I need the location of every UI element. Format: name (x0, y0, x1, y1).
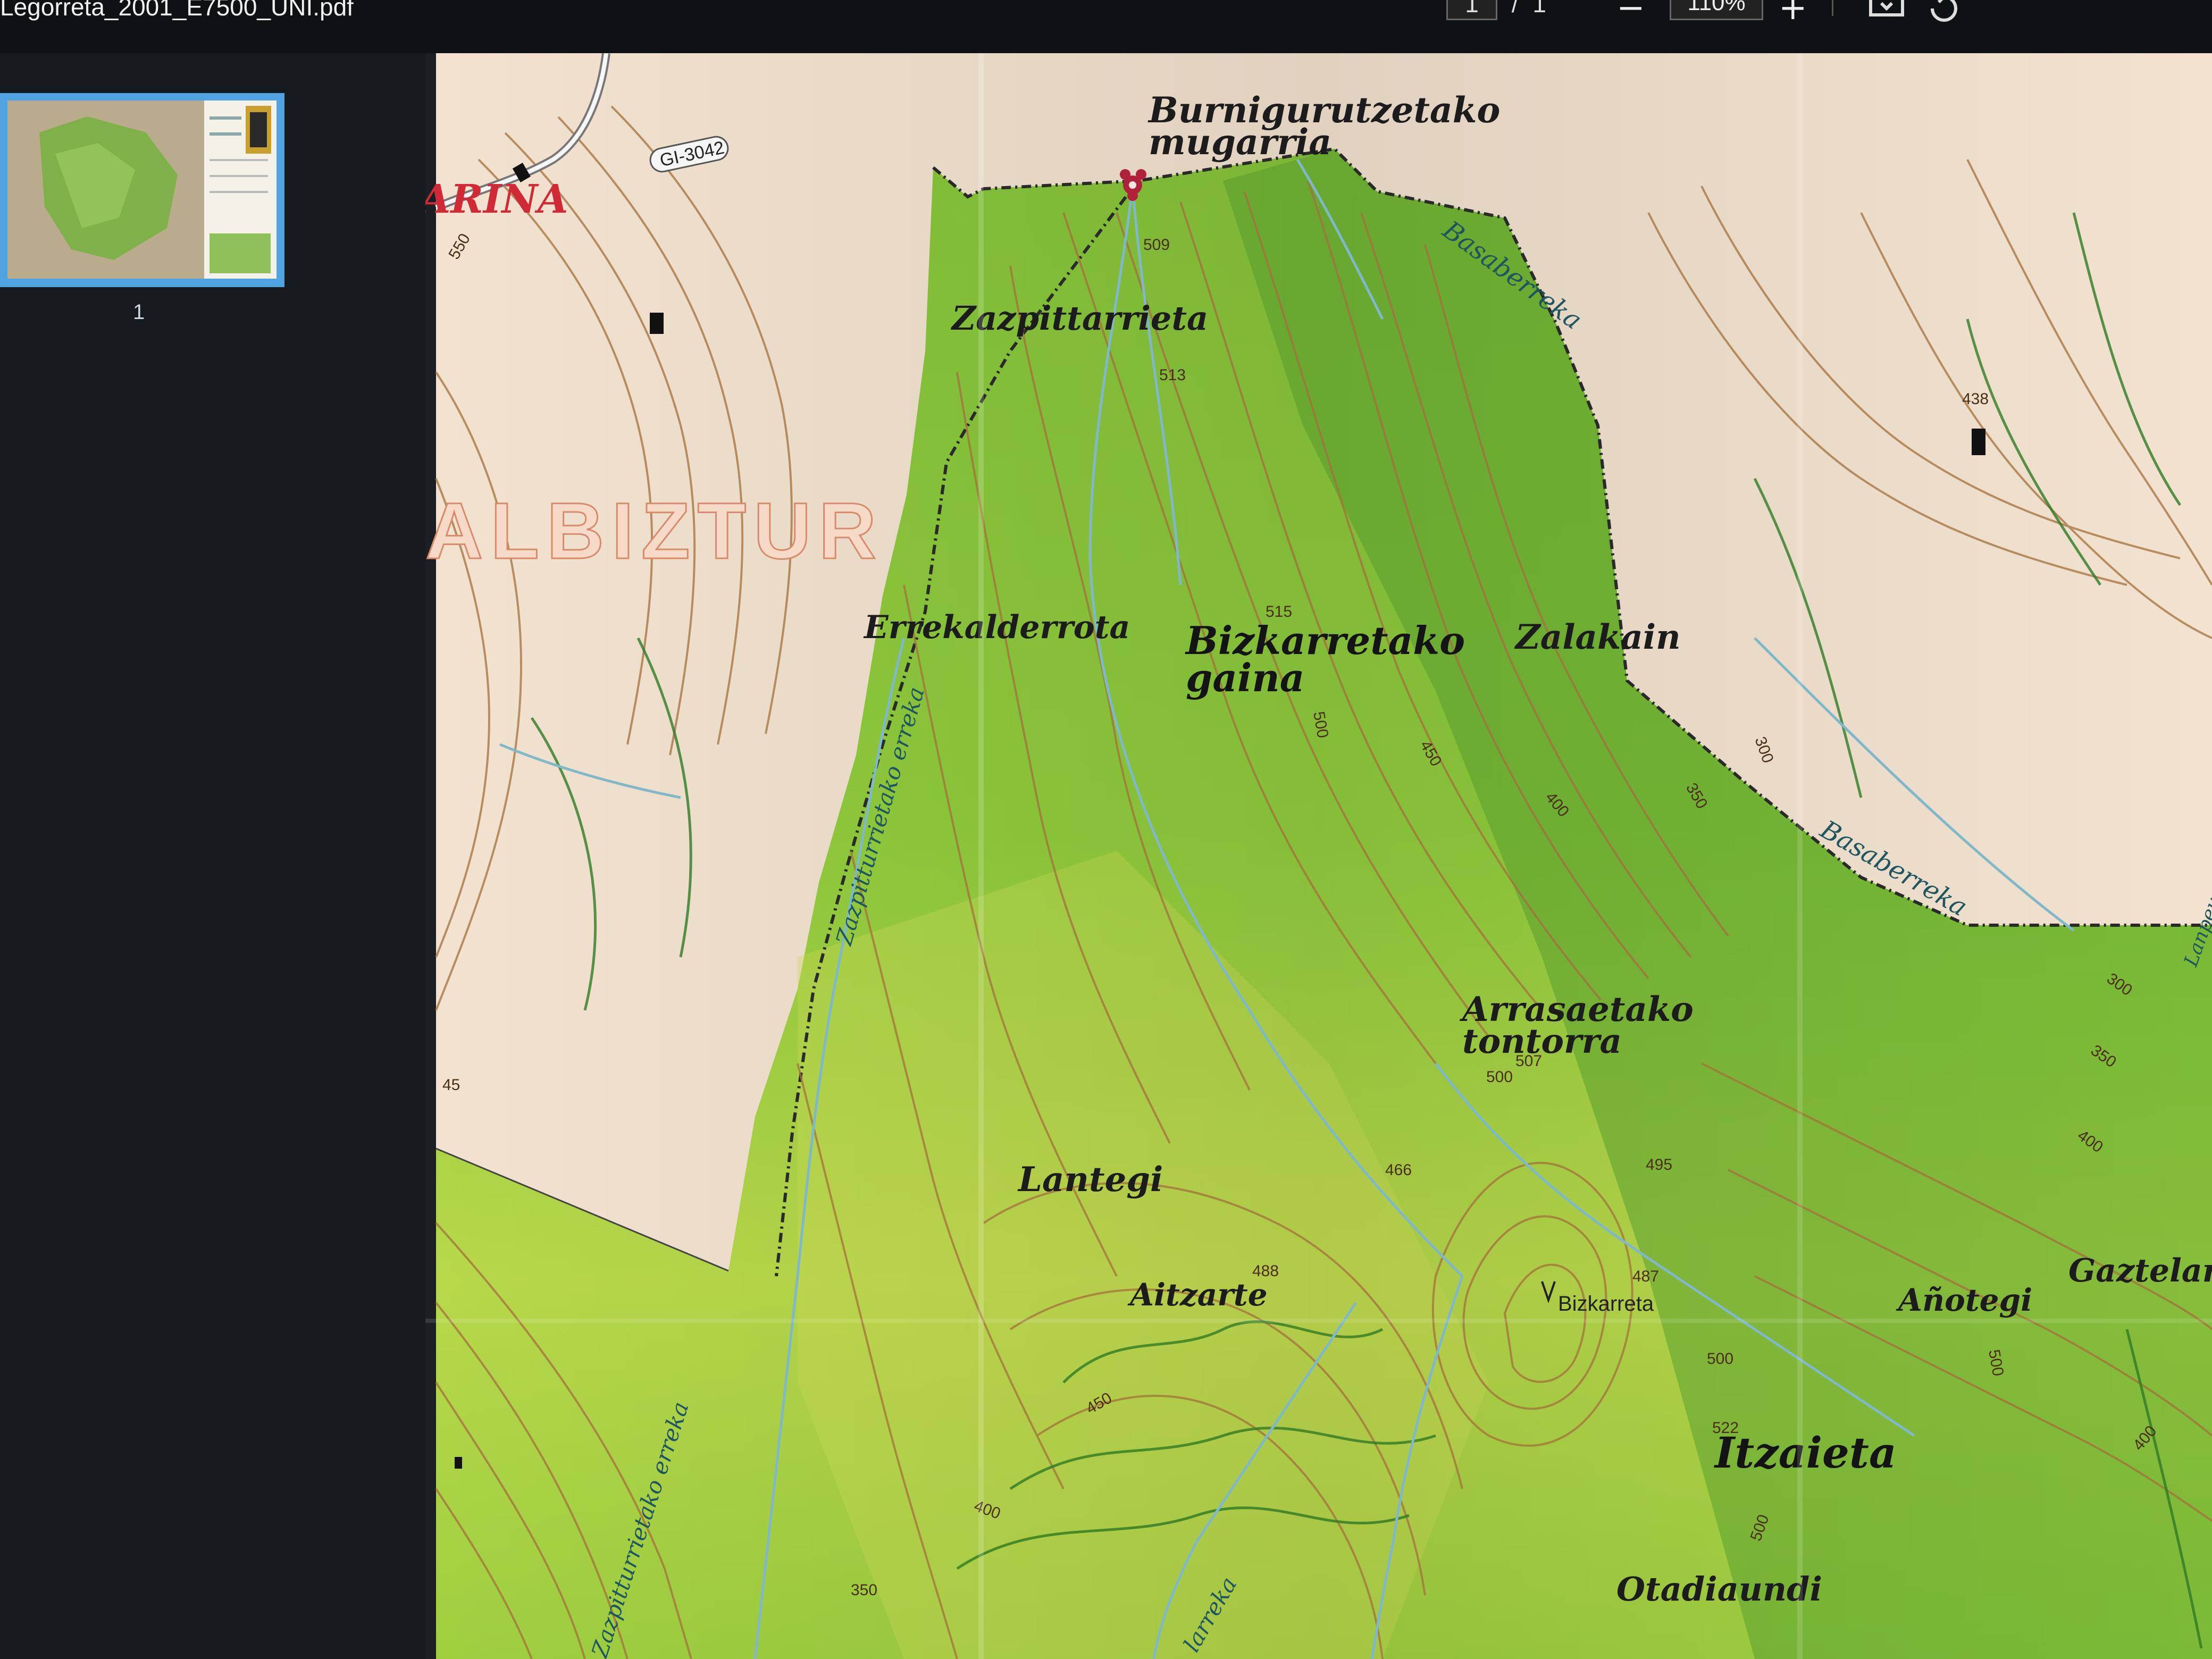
spot-height: 487 (1632, 1268, 1659, 1285)
spot-height: 45 (442, 1076, 460, 1094)
spot-height: 500 (1707, 1350, 1733, 1368)
page-thumbnail-selected[interactable] (0, 93, 284, 287)
place-label-gaina: gaina (1186, 655, 1304, 700)
spot-height: 466 (1385, 1161, 1412, 1179)
thumbnail-sidebar: 1 (0, 53, 425, 1659)
place-label-otadiaundi: Otadiaundi (1616, 1570, 1822, 1608)
spot-height: 515 (1266, 603, 1292, 621)
document-title: Legorreta_2001_E7500_UNI.pdf (0, 0, 354, 21)
fit-page-icon[interactable] (1866, 0, 1907, 31)
spot-height: 522 (1712, 1419, 1739, 1437)
zoom-out-button[interactable]: − (1616, 0, 1645, 28)
place-label-gaztelara: Gaztelara (2068, 1252, 2212, 1289)
spot-height: 500 (1486, 1068, 1513, 1086)
page-thumbnail-image (7, 100, 276, 279)
spot-height: 350 (851, 1581, 877, 1599)
building-icon (1972, 429, 1985, 455)
place-label-zalakain: Zalakain (1514, 617, 1681, 657)
place-label-zazpittarrieta: Zazpittarrieta (950, 299, 1208, 338)
page-number-input[interactable]: 1 (1446, 0, 1497, 20)
toolbar-divider (1832, 0, 1833, 16)
page-separator: / (1511, 0, 1519, 18)
place-label-itzaieta: Itzaieta (1714, 1428, 1897, 1478)
spot-height: 438 (1962, 390, 1989, 408)
page-navigation: 1 / 1 (1446, 0, 1546, 20)
place-label-lantegi: Lantegi (1017, 1160, 1163, 1200)
spot-height: 513 (1159, 366, 1186, 384)
topographic-map: GI-3042 ALBIZTUR ARINA Burnigurutzetako … (425, 53, 2212, 1659)
building-icon (650, 313, 664, 334)
page-total: 1 (1532, 0, 1546, 18)
municipality-label: ALBIZTUR (425, 486, 884, 575)
thumbnail-page-number: 1 (133, 300, 145, 324)
place-label-bizkarreta: Bizkarreta (1558, 1292, 1654, 1316)
rotate-icon[interactable] (1925, 0, 1962, 31)
map-page[interactable]: GI-3042 ALBIZTUR ARINA Burnigurutzetako … (425, 53, 2212, 1659)
spot-height: 507 (1515, 1052, 1542, 1070)
spot-height: 509 (1143, 236, 1170, 254)
place-label-aitzarte: Aitzarte (1127, 1277, 1268, 1313)
place-label-errekalderrota: Errekalderrota (863, 609, 1130, 646)
toolbar: Legorreta_2001_E7500_UNI.pdf 1 / 1 − 110… (0, 0, 2212, 53)
spot-height: 488 (1252, 1262, 1279, 1280)
building-icon (455, 1457, 462, 1469)
zoom-level-field[interactable]: 110% (1670, 0, 1763, 20)
municipality-label-partial: ARINA (425, 177, 568, 222)
place-label-mugarria: mugarria (1149, 121, 1331, 163)
place-label-anotegi: Añotegi (1896, 1282, 2032, 1318)
zoom-in-button[interactable]: + (1779, 0, 1807, 28)
spot-height: 495 (1646, 1156, 1672, 1174)
